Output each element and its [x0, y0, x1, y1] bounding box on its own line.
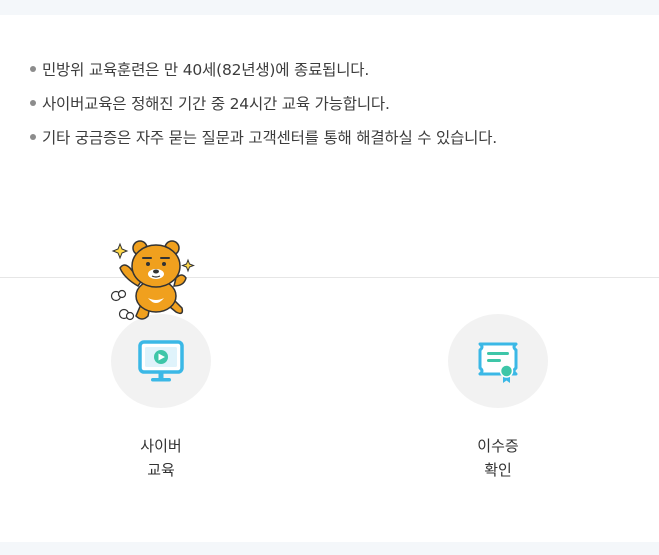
notice-item: 민방위 교육훈련은 만 40세(82년생)에 종료됩니다.: [30, 58, 497, 92]
label-line: 사이버: [140, 437, 182, 455]
bullet-dot: [30, 134, 36, 140]
bottom-band: [0, 542, 659, 555]
label-line: 확인: [484, 461, 512, 479]
cyber-education-button[interactable]: 사이버 교육: [91, 314, 231, 482]
icon-circle: [111, 314, 211, 408]
cyber-education-label: 사이버 교육: [91, 434, 231, 482]
notice-item: 기타 궁금증은 자주 묻는 질문과 고객센터를 통해 해결하실 수 있습니다.: [30, 126, 497, 160]
notice-list: 민방위 교육훈련은 만 40세(82년생)에 종료됩니다. 사이버교육은 정해진…: [30, 58, 497, 160]
bullet-dot: [30, 100, 36, 106]
certificate-button[interactable]: 이수증 확인: [428, 314, 568, 482]
monitor-play-icon: [138, 340, 184, 382]
notice-text: 민방위 교육훈련은 만 40세(82년생)에 종료됩니다.: [42, 61, 370, 79]
notice-text: 기타 궁금증은 자주 묻는 질문과 고객센터를 통해 해결하실 수 있습니다.: [42, 129, 498, 147]
notice-item: 사이버교육은 정해진 기간 중 24시간 교육 가능합니다.: [30, 92, 497, 126]
bullet-dot: [30, 66, 36, 72]
label-line: 교육: [147, 461, 175, 479]
certificate-label: 이수증 확인: [428, 434, 568, 482]
icon-circle: [448, 314, 548, 408]
label-line: 이수증: [477, 437, 519, 455]
top-band: [0, 0, 659, 15]
certificate-icon: [478, 342, 518, 383]
mascot-bear-icon: [110, 240, 195, 321]
notice-text: 사이버교육은 정해진 기간 중 24시간 교육 가능합니다.: [42, 95, 390, 113]
section-divider: [0, 277, 659, 278]
